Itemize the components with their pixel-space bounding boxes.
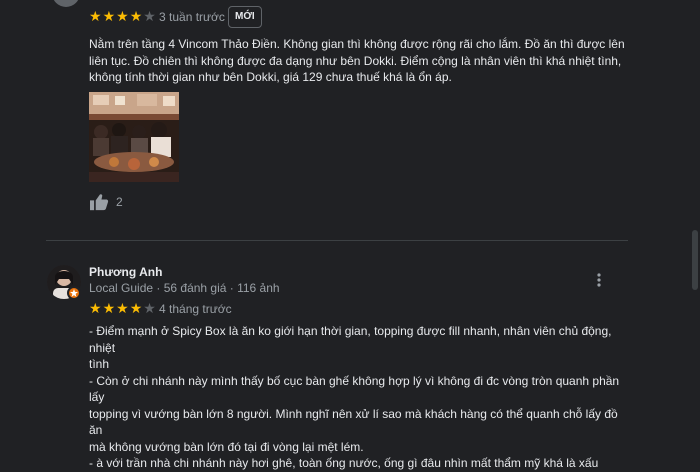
- restaurant-photo-image: [89, 92, 179, 182]
- review1-text[interactable]: Nằm trên tầng 4 Vincom Thảo Điền. Không …: [89, 36, 629, 86]
- reviewer-name[interactable]: Phương Anh: [89, 265, 162, 279]
- review2-line: - Còn ở chi nhánh này mình thấy bố cục b…: [89, 373, 620, 405]
- star-empty-icon: ★: [143, 301, 156, 317]
- review2-line: - à với trần nhà chi nhánh này hơi ghê, …: [89, 456, 599, 470]
- review1-line: Nằm trên tầng 4 Vincom Thảo Điền. Không …: [89, 37, 625, 51]
- review1-time: 3 tuần trước: [159, 10, 225, 24]
- star-icon: ★: [129, 301, 143, 317]
- star-icon: ★: [102, 9, 116, 25]
- star-icon: ★: [89, 9, 102, 25]
- like-count: 2: [116, 195, 123, 209]
- star-icon: ★: [116, 9, 129, 25]
- review2-line: - Điểm mạnh ở Spicy Box là ăn ko giới hạ…: [89, 324, 612, 355]
- star-icon: ★: [102, 301, 116, 317]
- new-badge: MỚI: [228, 6, 262, 28]
- previous-reviewer-avatar[interactable]: [52, 0, 80, 7]
- review2-time: 4 tháng trước: [159, 302, 232, 316]
- review1-line: không tính thời gian như bên Dokki, giá …: [89, 70, 452, 84]
- star-icon: ★: [116, 301, 129, 317]
- review2-text[interactable]: - Điểm mạnh ở Spicy Box là ăn ko giới hạ…: [89, 323, 629, 472]
- review1-rating-stars: ★ ★ ★ ★ ★: [89, 10, 156, 24]
- local-guide-icon: [67, 286, 81, 300]
- scrollbar[interactable]: [688, 0, 700, 453]
- star-empty-icon: ★: [143, 9, 156, 25]
- reviewer-meta: Local Guide · 56 đánh giá · 116 ảnh: [89, 281, 280, 295]
- review2-rating-stars: ★ ★ ★ ★ ★: [89, 302, 156, 316]
- more-vert-icon[interactable]: [589, 270, 609, 290]
- review1-photo[interactable]: [89, 92, 179, 182]
- scrollbar-thumb[interactable]: [692, 230, 698, 290]
- review2-line: topping vì vướng bàn lớn 8 người. Mình n…: [89, 406, 618, 438]
- star-icon: ★: [89, 301, 102, 317]
- review1-line: liên tục. Đồ chiên thì không được đa dạn…: [89, 53, 622, 68]
- review-divider: [46, 240, 628, 241]
- review2-line: tình: [89, 357, 110, 371]
- star-icon: ★: [129, 9, 143, 25]
- review1-like-button[interactable]: 2: [89, 193, 123, 211]
- thumbs-up-icon: [90, 194, 109, 211]
